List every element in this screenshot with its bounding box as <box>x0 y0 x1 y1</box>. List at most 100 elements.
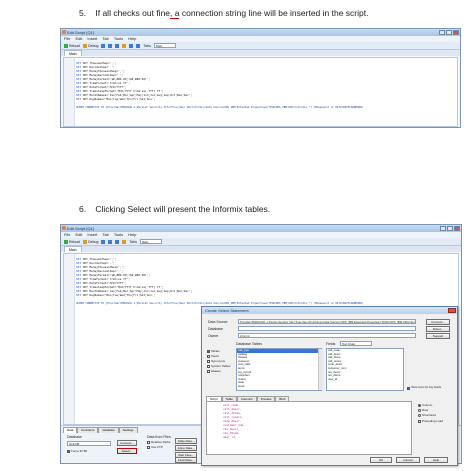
row-radio[interactable]: Row <box>418 408 428 412</box>
menu-insert[interactable]: Insert <box>87 232 97 238</box>
cut-icon[interactable] <box>101 239 106 244</box>
reload-button[interactable]: Reload <box>64 43 80 48</box>
preceding-load-checkbox[interactable]: Preceding Load <box>418 419 443 423</box>
field-data-button[interactable]: Field Data... <box>175 457 197 463</box>
tab-settings[interactable]: Settings <box>118 427 138 433</box>
checkbox-box <box>207 359 210 363</box>
checkbox-box <box>67 449 70 453</box>
connect-button[interactable]: Connect... <box>426 319 450 325</box>
fields-order-select[interactable]: Text Order <box>340 341 372 346</box>
checkbox-label: Show Icons for Key Fields <box>411 386 441 389</box>
minimize-icon[interactable] <box>440 226 446 231</box>
menu-file[interactable]: File <box>64 36 70 42</box>
menu-edit[interactable]: Edit <box>75 36 82 42</box>
help-button[interactable]: Help <box>424 457 448 463</box>
step-text-rest: connection string line will be inserted … <box>179 8 369 18</box>
menu-edit[interactable]: Edit <box>75 232 82 238</box>
menu-tab[interactable]: Tab <box>102 36 108 42</box>
relative-paths-checkbox[interactable]: Relative Paths <box>147 440 170 444</box>
connect-line: OLEDB CONNECT32 TO [Provider=MSDASQL.1;P… <box>76 106 364 109</box>
connect-button[interactable]: Connect... <box>117 440 137 446</box>
table-files-button[interactable]: Table Files... <box>175 438 197 444</box>
owner-label: Owner <box>208 334 219 338</box>
system-tables-checkbox[interactable]: System Tables <box>207 364 230 368</box>
find-icon[interactable] <box>122 239 127 244</box>
step-number: 5. <box>79 8 87 18</box>
show-key-icons-checkbox[interactable]: Show Icons for Key Fields <box>407 386 441 390</box>
menu-insert[interactable]: Insert <box>87 36 97 42</box>
menu-tools[interactable]: Tools <box>114 36 123 42</box>
reload-button[interactable]: Reload <box>64 239 80 244</box>
checkbox-label: Synonyms <box>211 359 226 363</box>
copy-icon[interactable] <box>108 43 113 48</box>
synonyms-checkbox[interactable]: Synonyms <box>207 359 225 363</box>
debug-button[interactable]: Debug <box>83 43 98 48</box>
script-preview-pane[interactable]: call_code, call_descr, call_dtime, call_… <box>206 401 412 455</box>
menu-tools[interactable]: Tools <box>114 232 123 238</box>
redo-icon[interactable] <box>136 43 141 48</box>
checkbox-box <box>418 419 421 423</box>
minimize-icon[interactable] <box>439 30 445 35</box>
driver-button[interactable]: Driver... <box>426 326 450 332</box>
tab-variables[interactable]: Variables <box>98 427 119 433</box>
data-source-field[interactable]: Provider=MSDASQL.1;Persist Security Info… <box>238 319 416 324</box>
structured-radio[interactable]: Structured <box>418 413 436 417</box>
database-select[interactable]: OLE DB <box>67 441 111 446</box>
step-number: 6. <box>79 204 87 214</box>
script-line: SET SET DayNames='Mon;Tue;Wed;Thu;Fri;Sa… <box>76 97 156 101</box>
close-icon[interactable] <box>454 226 460 231</box>
database-field[interactable] <box>238 326 416 331</box>
column-radio[interactable]: Column <box>418 403 432 407</box>
paste-icon[interactable] <box>115 43 120 48</box>
debug-button[interactable]: Debug <box>83 239 98 244</box>
tables-scrollbar[interactable] <box>318 349 323 390</box>
checkbox-label: Tables <box>211 349 220 353</box>
menu-help[interactable]: Help <box>128 232 136 238</box>
tab-functions[interactable]: Functions <box>77 427 99 433</box>
debug-icon <box>83 43 88 48</box>
undo-icon[interactable] <box>129 43 134 48</box>
database-tables-list[interactable]: call_type catalog classes customer cust_… <box>236 348 322 391</box>
checkbox-label: Aliases <box>211 369 221 373</box>
close-icon[interactable] <box>453 30 459 35</box>
cut-icon[interactable] <box>101 43 106 48</box>
list-item[interactable]: user_id <box>327 377 403 382</box>
script-editor[interactable]: SET SET ThousandSep=','; SET SET Decimal… <box>63 57 458 127</box>
find-icon[interactable] <box>122 43 127 48</box>
use-ftp-checkbox[interactable]: Use FTP <box>147 445 163 449</box>
support-button[interactable]: Support <box>426 333 450 339</box>
copy-icon[interactable] <box>108 239 113 244</box>
checkbox-label: Use FTP <box>151 445 163 449</box>
reload-icon <box>64 239 68 244</box>
checkbox-box <box>147 445 150 449</box>
close-icon[interactable] <box>448 308 456 313</box>
menu-tab[interactable]: Tab <box>102 232 108 238</box>
tabs-select[interactable]: Main <box>153 43 176 48</box>
inline-data-button[interactable]: Inline Data... <box>175 445 197 451</box>
checkbox-box <box>207 349 210 353</box>
tabs-select[interactable]: Main <box>139 239 162 244</box>
menu-help[interactable]: Help <box>128 36 136 42</box>
window-titlebar: Edit Script [Q1] <box>61 29 460 36</box>
owner-field[interactable]: informix <box>238 333 416 338</box>
tables-checkbox[interactable]: Tables <box>207 349 220 353</box>
paste-icon[interactable] <box>115 239 120 244</box>
views-checkbox[interactable]: Views <box>207 354 219 358</box>
cancel-button[interactable]: Cancel <box>396 457 420 463</box>
checkbox-box <box>147 440 150 444</box>
select-button[interactable]: Select... <box>117 448 137 454</box>
create-select-dialog: Create Select Statement Data Source Prov… <box>201 306 458 466</box>
force-32-bit-checkbox[interactable]: Force 32 Bit <box>67 449 87 453</box>
tab-data[interactable]: Data <box>63 427 78 433</box>
menu-file[interactable]: File <box>64 232 70 238</box>
maximize-icon[interactable] <box>447 226 453 231</box>
maximize-icon[interactable] <box>446 30 452 35</box>
radio-dot <box>418 408 421 412</box>
list-item[interactable]: stock <box>237 384 321 389</box>
fields-list[interactable]: call_code call_descr call_dtime call_rec… <box>326 348 404 391</box>
window-title: Edit Script [Q1] <box>67 226 94 231</box>
aliases-checkbox[interactable]: Aliases <box>207 369 221 373</box>
ok-button[interactable]: OK <box>370 457 392 463</box>
tab-main[interactable]: Main <box>64 50 82 56</box>
tab-main[interactable]: Main <box>64 246 82 252</box>
